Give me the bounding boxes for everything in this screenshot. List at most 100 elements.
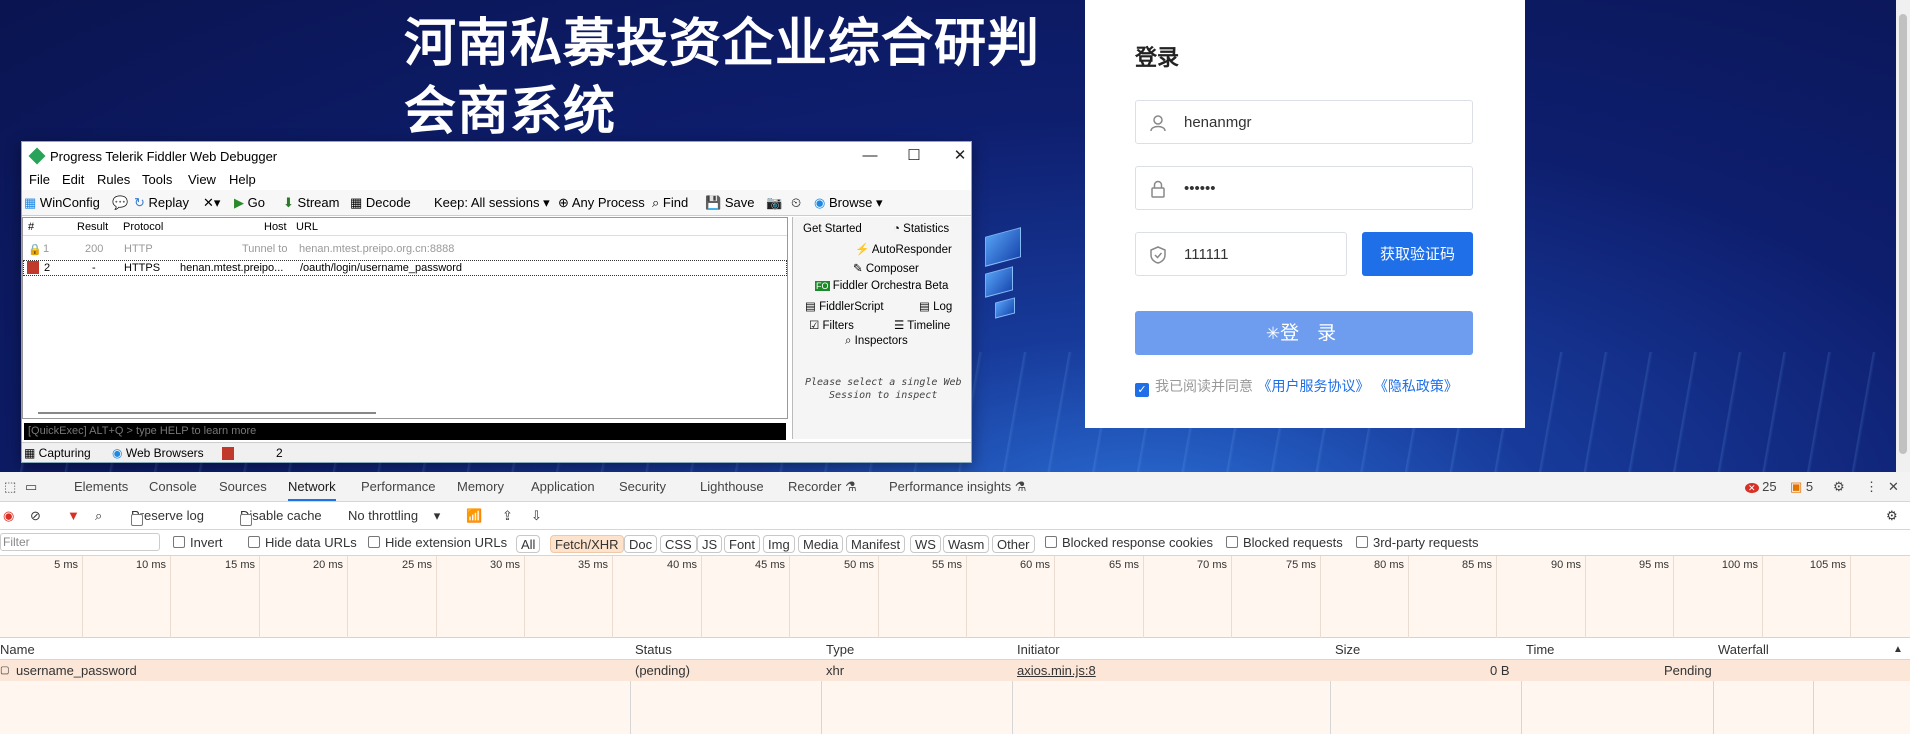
type-filter-wasm[interactable]: Wasm — [943, 535, 990, 553]
tab-application[interactable]: Application — [531, 479, 595, 494]
username-field[interactable]: henanmgr — [1135, 100, 1473, 144]
password-field[interactable]: •••••• — [1135, 166, 1473, 210]
replay-button[interactable]: ↻ Replay — [134, 195, 189, 211]
preserve-log-checkbox[interactable]: Preserve log — [131, 508, 204, 526]
session-row[interactable]: 2 - HTTPS henan.mtest.preipo... /oauth/l… — [23, 260, 787, 276]
export-har-icon[interactable]: ⇩ — [531, 508, 542, 524]
tab-statistics[interactable]: ◔ Statistics — [893, 223, 949, 235]
privacy-link[interactable]: 《隐私政策》 — [1374, 379, 1458, 395]
tab-get-started[interactable]: Get Started — [803, 223, 862, 235]
request-initiator[interactable]: axios.min.js:8 — [1017, 663, 1096, 678]
tab-inspectors[interactable]: ⌕ Inspectors — [845, 335, 908, 348]
inspect-element-icon[interactable]: ⬚ — [4, 479, 16, 495]
table-row[interactable]: ▢ username_password (pending) xhr axios.… — [0, 660, 1910, 681]
tab-fiddlerscript[interactable]: ▤ FiddlerScript — [805, 299, 884, 313]
type-filter-css[interactable]: CSS — [660, 535, 697, 553]
agree-checkbox[interactable]: ✓ — [1135, 383, 1149, 397]
get-code-button[interactable]: 获取验证码 — [1362, 232, 1473, 276]
menu-file[interactable]: File — [29, 172, 50, 187]
device-toolbar-icon[interactable]: ▭ — [25, 479, 37, 495]
col-protocol[interactable]: Protocol — [123, 221, 163, 233]
page-scrollbar[interactable] — [1896, 0, 1910, 472]
col-name[interactable]: Name — [0, 642, 35, 657]
comment-icon[interactable]: 💬 — [112, 195, 128, 211]
menu-help[interactable]: Help — [229, 172, 256, 187]
col-result[interactable]: Result — [77, 221, 108, 233]
col-initiator[interactable]: Initiator — [1017, 642, 1060, 657]
type-filter-media[interactable]: Media — [798, 535, 844, 553]
filter-icon[interactable]: ▼ — [67, 508, 80, 523]
warning-count-badge[interactable]: ▣ 5 — [1790, 479, 1813, 495]
go-button[interactable]: ▶ Go — [234, 195, 265, 211]
tab-memory[interactable]: Memory — [457, 479, 504, 494]
tab-filters[interactable]: ☑ Filters — [809, 318, 854, 332]
network-conditions-icon[interactable]: 📶 — [466, 508, 482, 524]
network-overview-timeline[interactable]: 5 ms 10 ms 15 ms 20 ms 25 ms 30 ms 35 ms 40 ms 4… — [0, 556, 1910, 638]
maximize-button[interactable]: ☐ — [902, 146, 926, 166]
import-har-icon[interactable]: ⇪ — [502, 508, 513, 524]
tab-timeline[interactable]: ☰ Timeline — [894, 318, 950, 332]
col-status[interactable]: Status — [635, 642, 672, 657]
capturing-toggle[interactable]: ▦ Capturing — [24, 446, 91, 460]
third-party-checkbox[interactable]: 3rd-party requests — [1356, 535, 1479, 550]
col-type[interactable]: Type — [826, 642, 854, 657]
type-filter-font[interactable]: Font — [724, 535, 761, 553]
type-filter-img[interactable]: Img — [763, 535, 795, 553]
type-filter-doc[interactable]: Doc — [624, 535, 658, 553]
any-process-button[interactable]: ⊕ Any Process — [558, 195, 645, 211]
tab-console[interactable]: Console — [149, 479, 197, 494]
settings-icon[interactable]: ⚙ — [1833, 479, 1845, 495]
tab-recorder[interactable]: Recorder ⚗ — [788, 479, 857, 495]
blocked-requests-checkbox[interactable]: Blocked requests — [1226, 535, 1343, 550]
tab-orchestra[interactable]: FO Fiddler Orchestra Beta — [815, 280, 948, 292]
browse-button[interactable]: ◉ Browse ▾ — [814, 195, 882, 211]
col-time[interactable]: Time — [1526, 642, 1554, 657]
type-filter-manifest[interactable]: Manifest — [846, 535, 906, 553]
save-button[interactable]: 💾 Save — [705, 195, 754, 211]
find-button[interactable]: ⌕ Find — [652, 195, 688, 211]
tab-autoresponder[interactable]: ⚡ AutoResponder — [855, 242, 952, 256]
agreement-link[interactable]: 《用户服务协议》 — [1257, 379, 1369, 395]
error-count-badge[interactable]: ✕ 25 — [1745, 479, 1777, 494]
type-filter-ws[interactable]: WS — [910, 535, 941, 553]
type-filter-fetch-xhr[interactable]: Fetch/XHR — [550, 535, 624, 553]
timer-icon[interactable]: ⏲ — [791, 195, 801, 211]
screenshot-icon[interactable]: 📷 — [766, 195, 782, 211]
disable-cache-checkbox[interactable]: Disable cache — [240, 508, 322, 526]
clear-icon[interactable]: ⊘ — [30, 508, 41, 524]
tab-security[interactable]: Security — [619, 479, 666, 494]
hide-extension-urls-checkbox[interactable]: Hide extension URLs — [368, 535, 507, 550]
filter-input[interactable]: Filter — [0, 533, 160, 551]
menu-view[interactable]: View — [188, 172, 216, 187]
tab-elements[interactable]: Elements — [74, 479, 128, 494]
keep-sessions-dropdown[interactable]: Keep: All sessions ▾ — [434, 195, 550, 211]
stream-button[interactable]: ⬇ Stream — [283, 195, 339, 211]
throttling-select[interactable]: No throttling ▾ — [348, 508, 440, 524]
process-filter[interactable]: ◉ Web Browsers — [112, 446, 204, 460]
tab-lighthouse[interactable]: Lighthouse — [700, 479, 764, 494]
tab-performance-insights[interactable]: Performance insights ⚗ — [889, 479, 1026, 495]
sort-arrow-icon[interactable]: ▲ — [1893, 644, 1903, 655]
menu-rules[interactable]: Rules — [97, 172, 130, 187]
tab-performance[interactable]: Performance — [361, 479, 435, 494]
col-waterfall[interactable]: Waterfall — [1718, 642, 1769, 657]
type-filter-other[interactable]: Other — [992, 535, 1035, 553]
more-options-icon[interactable]: ⋮ — [1865, 479, 1878, 495]
blocked-cookies-checkbox[interactable]: Blocked response cookies — [1045, 535, 1213, 550]
remove-button[interactable]: ✕▾ — [203, 195, 220, 211]
minimize-button[interactable]: — — [858, 146, 882, 166]
winconfig-button[interactable]: ▦ WinConfig — [24, 195, 100, 211]
close-devtools-icon[interactable]: ✕ — [1888, 479, 1899, 495]
col-size[interactable]: Size — [1335, 642, 1360, 657]
login-button[interactable]: ✳登 录 — [1135, 311, 1473, 355]
decode-button[interactable]: ▦ Decode — [350, 195, 411, 211]
tab-network[interactable]: Network — [288, 479, 336, 501]
quickexec-input[interactable]: [QuickExec] ALT+Q > type HELP to learn m… — [24, 423, 786, 440]
menu-tools[interactable]: Tools — [142, 172, 172, 187]
invert-checkbox[interactable]: Invert — [173, 535, 223, 550]
record-stop-icon[interactable]: ◉ — [3, 508, 14, 524]
menu-edit[interactable]: Edit — [62, 172, 84, 187]
close-button[interactable]: ✕ — [948, 146, 972, 166]
session-row[interactable]: 🔒 1 200 HTTP Tunnel to henan.mtest.preip… — [23, 242, 787, 258]
network-settings-icon[interactable]: ⚙ — [1886, 508, 1898, 524]
